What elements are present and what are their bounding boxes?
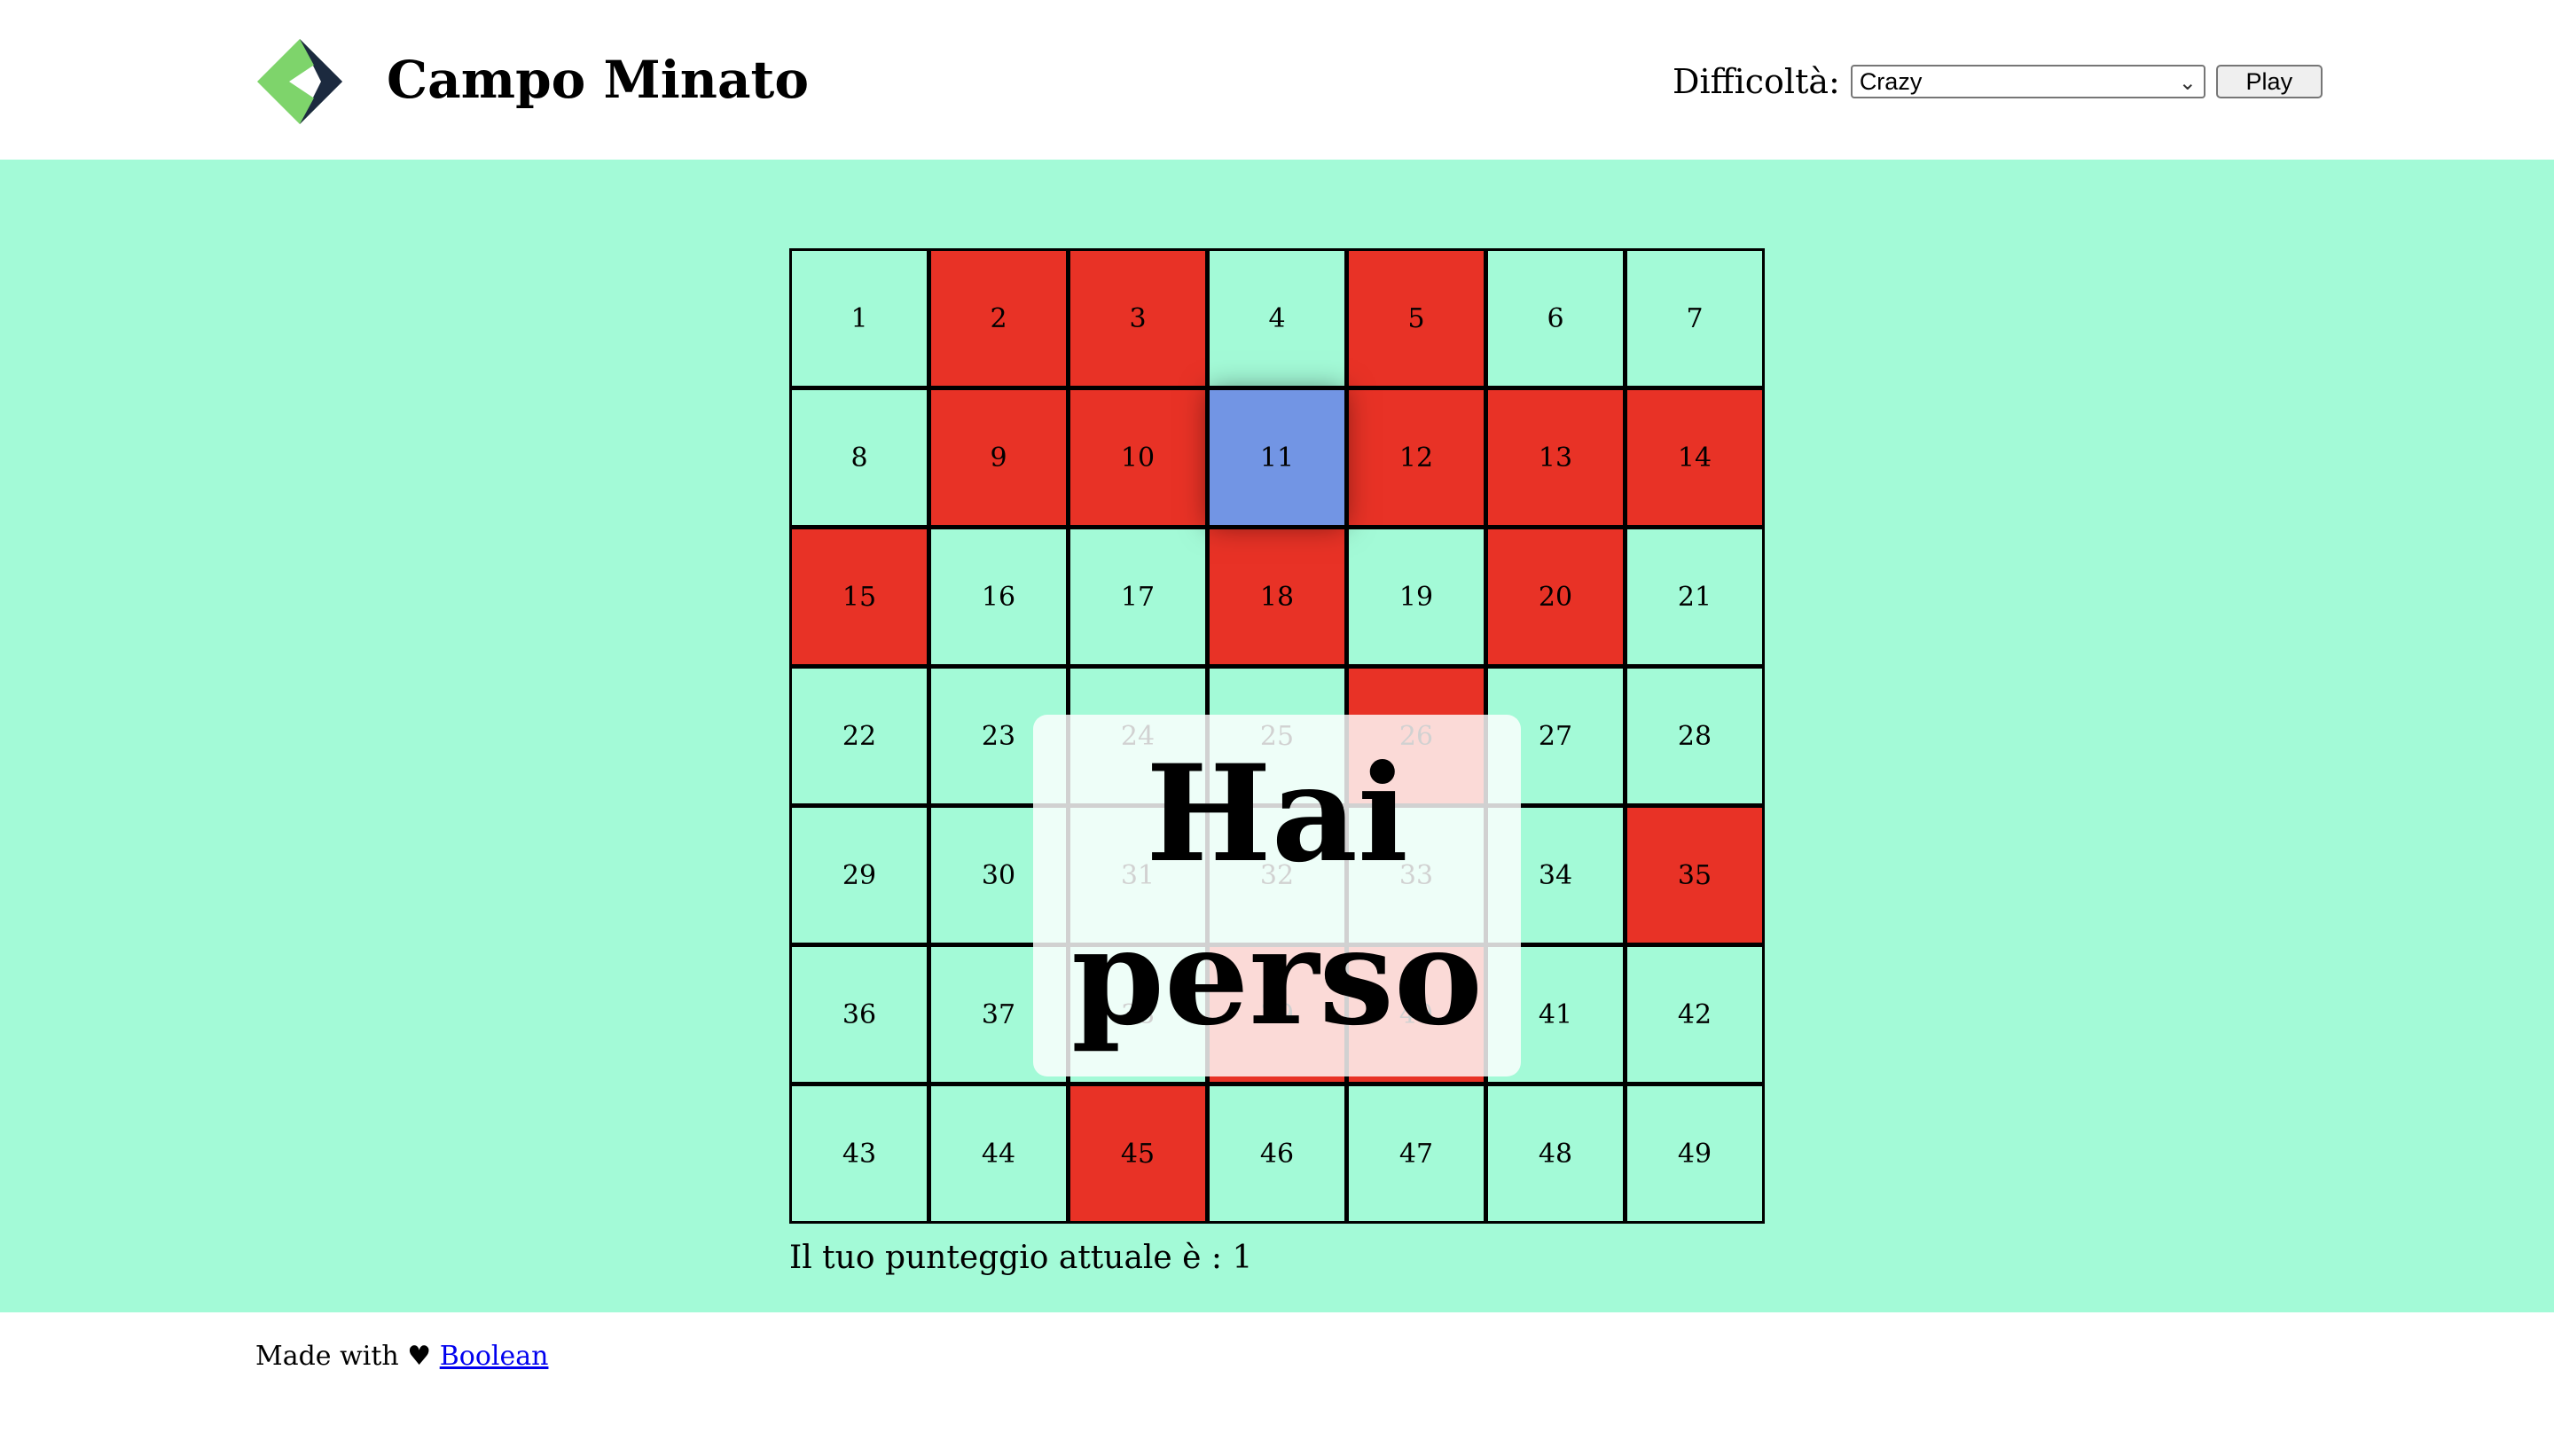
app-title: Campo Minato xyxy=(387,50,810,110)
grid-cell[interactable]: 44 xyxy=(931,1086,1066,1221)
grid-cell[interactable]: 36 xyxy=(792,947,927,1082)
grid-cell[interactable]: 42 xyxy=(1627,947,1762,1082)
game-over-overlay: Hai perso xyxy=(1033,715,1521,1076)
chevron-down-icon: ⌄ xyxy=(2178,71,2197,95)
grid-cell[interactable]: 43 xyxy=(792,1086,927,1221)
grid-cell[interactable]: 3 xyxy=(1070,251,1205,386)
footer-text: Made with ♥ Boolean xyxy=(255,1337,548,1376)
grid-cell[interactable]: 19 xyxy=(1349,529,1484,664)
grid-cell[interactable]: 12 xyxy=(1349,390,1484,525)
grid-cell[interactable]: 15 xyxy=(792,529,927,664)
play-button[interactable]: Play xyxy=(2215,65,2323,98)
grid-cell[interactable]: 6 xyxy=(1488,251,1623,386)
header: Campo Minato Difficoltà: Crazy ⌄ Play xyxy=(0,0,2554,160)
grid-cell[interactable]: 11 xyxy=(1210,390,1344,525)
grid-cell[interactable]: 21 xyxy=(1627,529,1762,664)
difficulty-controls: Difficoltà: Crazy ⌄ Play xyxy=(1673,59,2323,105)
difficulty-label: Difficoltà: xyxy=(1673,62,1840,101)
grid-cell[interactable]: 47 xyxy=(1349,1086,1484,1221)
grid-cell[interactable]: 9 xyxy=(931,390,1066,525)
grid-cell[interactable]: 35 xyxy=(1627,808,1762,943)
grid-cell[interactable]: 20 xyxy=(1488,529,1623,664)
grid-cell[interactable]: 45 xyxy=(1070,1086,1205,1221)
grid-cell[interactable]: 17 xyxy=(1070,529,1205,664)
grid-cell[interactable]: 18 xyxy=(1210,529,1344,664)
footer-made-with: Made with ♥ xyxy=(255,1341,432,1372)
difficulty-select-value: Crazy xyxy=(1859,68,1923,95)
score-text: Il tuo punteggio attuale è : 1 xyxy=(789,1240,1253,1276)
grid-cell[interactable]: 46 xyxy=(1210,1086,1344,1221)
grid-cell[interactable]: 14 xyxy=(1627,390,1762,525)
grid-cell[interactable]: 29 xyxy=(792,808,927,943)
grid-cell[interactable]: 16 xyxy=(931,529,1066,664)
game-over-message: Hai perso xyxy=(1071,736,1483,1055)
difficulty-select[interactable]: Crazy ⌄ xyxy=(1850,65,2205,98)
grid-cell[interactable]: 10 xyxy=(1070,390,1205,525)
footer-link[interactable]: Boolean xyxy=(440,1341,549,1372)
grid-cell[interactable]: 5 xyxy=(1349,251,1484,386)
grid-cell[interactable]: 28 xyxy=(1627,669,1762,803)
grid-cell[interactable]: 49 xyxy=(1627,1086,1762,1221)
grid-cell[interactable]: 48 xyxy=(1488,1086,1623,1221)
game-area: 1234567891011121314151617181920212223242… xyxy=(0,160,2554,1312)
grid-cell[interactable]: 4 xyxy=(1210,251,1344,386)
grid-cell[interactable]: 22 xyxy=(792,669,927,803)
grid-cell[interactable]: 2 xyxy=(931,251,1066,386)
grid-cell[interactable]: 1 xyxy=(792,251,927,386)
grid-cell[interactable]: 13 xyxy=(1488,390,1623,525)
logo-icon xyxy=(257,39,342,124)
footer: Made with ♥ Boolean xyxy=(0,1312,2554,1456)
grid-cell[interactable]: 7 xyxy=(1627,251,1762,386)
grid-cell[interactable]: 8 xyxy=(792,390,927,525)
